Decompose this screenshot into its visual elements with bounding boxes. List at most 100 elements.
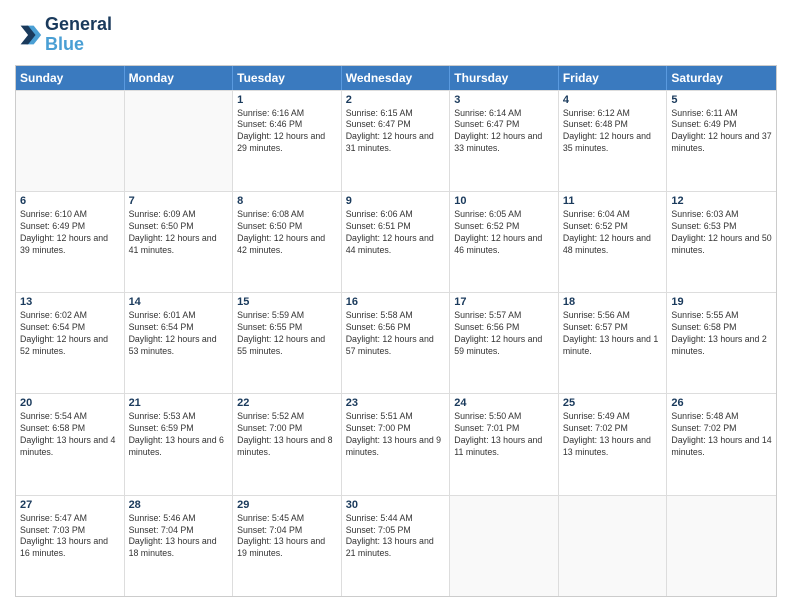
- cell-sun-info: Sunrise: 5:54 AM Sunset: 6:58 PM Dayligh…: [20, 411, 120, 459]
- cell-sun-info: Sunrise: 5:50 AM Sunset: 7:01 PM Dayligh…: [454, 411, 554, 459]
- calendar-cell: [16, 91, 125, 191]
- cell-sun-info: Sunrise: 5:59 AM Sunset: 6:55 PM Dayligh…: [237, 310, 337, 358]
- day-of-week-header: Thursday: [450, 66, 559, 90]
- calendar-cell: 23Sunrise: 5:51 AM Sunset: 7:00 PM Dayli…: [342, 394, 451, 494]
- day-number: 28: [129, 499, 229, 511]
- day-number: 10: [454, 195, 554, 207]
- cell-sun-info: Sunrise: 6:12 AM Sunset: 6:48 PM Dayligh…: [563, 108, 663, 156]
- day-number: 8: [237, 195, 337, 207]
- calendar-cell: 12 Sunrise: 6:03 AM Sunset: 6:53 PM Dayli…: [667, 192, 776, 292]
- calendar-cell: 4 Sunrise: 6:12 AM Sunset: 6:48 PM Daylig…: [559, 91, 668, 191]
- cell-sun-info: Sunrise: 5:46 AM Sunset: 7:04 PM Dayligh…: [129, 513, 229, 561]
- calendar-cell: 21 Sunrise: 5:53 AM Sunset: 6:59 PM Dayli…: [125, 394, 234, 494]
- calendar-cell: 28 Sunrise: 5:46 AM Sunset: 7:04 PM Dayli…: [125, 496, 234, 596]
- day-number: 29: [237, 499, 337, 511]
- cell-sun-info: Sunrise: 6:14 AM Sunset: 6:47 PM Dayligh…: [454, 108, 554, 156]
- day-number: 1: [237, 94, 337, 106]
- day-of-week-header: Wednesday: [342, 66, 451, 90]
- cell-sun-info: Sunrise: 6:10 AM Sunset: 6:49 PM Dayligh…: [20, 209, 120, 257]
- day-number: 4: [563, 94, 663, 106]
- day-of-week-header: Tuesday: [233, 66, 342, 90]
- day-number: 24: [454, 397, 554, 409]
- cell-sun-info: Sunrise: 6:04 AM Sunset: 6:52 PM Dayligh…: [563, 209, 663, 257]
- day-of-week-header: Friday: [559, 66, 668, 90]
- day-number: 30: [346, 499, 446, 511]
- calendar-header: SundayMondayTuesdayWednesdayThursdayFrid…: [16, 66, 776, 90]
- calendar-cell: 27 Sunrise: 5:47 AM Sunset: 7:03 PM Dayli…: [16, 496, 125, 596]
- cell-sun-info: Sunrise: 5:45 AM Sunset: 7:04 PM Dayligh…: [237, 513, 337, 561]
- calendar-cell: 20Sunrise: 5:54 AM Sunset: 6:58 PM Dayli…: [16, 394, 125, 494]
- cell-sun-info: Sunrise: 5:48 AM Sunset: 7:02 PM Dayligh…: [671, 411, 772, 459]
- day-number: 22: [237, 397, 337, 409]
- calendar-cell: 22Sunrise: 5:52 AM Sunset: 7:00 PM Dayli…: [233, 394, 342, 494]
- cell-sun-info: Sunrise: 5:53 AM Sunset: 6:59 PM Dayligh…: [129, 411, 229, 459]
- calendar-cell: 6 Sunrise: 6:10 AM Sunset: 6:49 PM Daylig…: [16, 192, 125, 292]
- cell-sun-info: Sunrise: 6:06 AM Sunset: 6:51 PM Dayligh…: [346, 209, 446, 257]
- calendar-cell: [450, 496, 559, 596]
- calendar-week-row: 20Sunrise: 5:54 AM Sunset: 6:58 PM Dayli…: [16, 393, 776, 494]
- cell-sun-info: Sunrise: 5:58 AM Sunset: 6:56 PM Dayligh…: [346, 310, 446, 358]
- day-number: 11: [563, 195, 663, 207]
- day-number: 7: [129, 195, 229, 207]
- logo: General Blue: [15, 15, 112, 55]
- calendar-cell: 29 Sunrise: 5:45 AM Sunset: 7:04 PM Dayli…: [233, 496, 342, 596]
- day-number: 17: [454, 296, 554, 308]
- calendar-cell: 3 Sunrise: 6:14 AM Sunset: 6:47 PM Daylig…: [450, 91, 559, 191]
- day-number: 2: [346, 94, 446, 106]
- day-number: 5: [671, 94, 772, 106]
- calendar-cell: 24 Sunrise: 5:50 AM Sunset: 7:01 PM Dayli…: [450, 394, 559, 494]
- calendar-week-row: 27 Sunrise: 5:47 AM Sunset: 7:03 PM Dayli…: [16, 495, 776, 596]
- calendar-cell: 8 Sunrise: 6:08 AM Sunset: 6:50 PM Daylig…: [233, 192, 342, 292]
- calendar-cell: 9 Sunrise: 6:06 AM Sunset: 6:51 PM Daylig…: [342, 192, 451, 292]
- day-number: 27: [20, 499, 120, 511]
- calendar-cell: 2 Sunrise: 6:15 AM Sunset: 6:47 PM Daylig…: [342, 91, 451, 191]
- day-of-week-header: Saturday: [667, 66, 776, 90]
- cell-sun-info: Sunrise: 5:55 AM Sunset: 6:58 PM Dayligh…: [671, 310, 772, 358]
- cell-sun-info: Sunrise: 6:11 AM Sunset: 6:49 PM Dayligh…: [671, 108, 772, 156]
- calendar: SundayMondayTuesdayWednesdayThursdayFrid…: [15, 65, 777, 597]
- day-number: 12: [671, 195, 772, 207]
- cell-sun-info: Sunrise: 6:16 AM Sunset: 6:46 PM Dayligh…: [237, 108, 337, 156]
- day-number: 15: [237, 296, 337, 308]
- day-number: 9: [346, 195, 446, 207]
- cell-sun-info: Sunrise: 6:01 AM Sunset: 6:54 PM Dayligh…: [129, 310, 229, 358]
- calendar-cell: 1 Sunrise: 6:16 AM Sunset: 6:46 PM Daylig…: [233, 91, 342, 191]
- header: General Blue: [15, 15, 777, 55]
- day-number: 21: [129, 397, 229, 409]
- logo-icon: [15, 21, 43, 49]
- cell-sun-info: Sunrise: 6:05 AM Sunset: 6:52 PM Dayligh…: [454, 209, 554, 257]
- cell-sun-info: Sunrise: 5:49 AM Sunset: 7:02 PM Dayligh…: [563, 411, 663, 459]
- calendar-cell: [667, 496, 776, 596]
- day-number: 23: [346, 397, 446, 409]
- cell-sun-info: Sunrise: 5:57 AM Sunset: 6:56 PM Dayligh…: [454, 310, 554, 358]
- calendar-cell: 30 Sunrise: 5:44 AM Sunset: 7:05 PM Dayli…: [342, 496, 451, 596]
- calendar-cell: [125, 91, 234, 191]
- cell-sun-info: Sunrise: 5:47 AM Sunset: 7:03 PM Dayligh…: [20, 513, 120, 561]
- calendar-cell: 15 Sunrise: 5:59 AM Sunset: 6:55 PM Dayli…: [233, 293, 342, 393]
- cell-sun-info: Sunrise: 6:02 AM Sunset: 6:54 PM Dayligh…: [20, 310, 120, 358]
- cell-sun-info: Sunrise: 5:44 AM Sunset: 7:05 PM Dayligh…: [346, 513, 446, 561]
- day-number: 18: [563, 296, 663, 308]
- logo-text: General Blue: [45, 15, 112, 55]
- calendar-body: 1 Sunrise: 6:16 AM Sunset: 6:46 PM Daylig…: [16, 90, 776, 596]
- day-number: 13: [20, 296, 120, 308]
- calendar-cell: 7 Sunrise: 6:09 AM Sunset: 6:50 PM Daylig…: [125, 192, 234, 292]
- cell-sun-info: Sunrise: 6:15 AM Sunset: 6:47 PM Dayligh…: [346, 108, 446, 156]
- day-number: 3: [454, 94, 554, 106]
- day-number: 6: [20, 195, 120, 207]
- calendar-cell: 18Sunrise: 5:56 AM Sunset: 6:57 PM Dayli…: [559, 293, 668, 393]
- day-of-week-header: Monday: [125, 66, 234, 90]
- day-number: 19: [671, 296, 772, 308]
- calendar-cell: 25 Sunrise: 5:49 AM Sunset: 7:02 PM Dayli…: [559, 394, 668, 494]
- day-number: 14: [129, 296, 229, 308]
- cell-sun-info: Sunrise: 6:09 AM Sunset: 6:50 PM Dayligh…: [129, 209, 229, 257]
- cell-sun-info: Sunrise: 6:08 AM Sunset: 6:50 PM Dayligh…: [237, 209, 337, 257]
- day-number: 25: [563, 397, 663, 409]
- calendar-week-row: 13 Sunrise: 6:02 AM Sunset: 6:54 PM Dayli…: [16, 292, 776, 393]
- calendar-cell: 19 Sunrise: 5:55 AM Sunset: 6:58 PM Dayli…: [667, 293, 776, 393]
- cell-sun-info: Sunrise: 6:03 AM Sunset: 6:53 PM Dayligh…: [671, 209, 772, 257]
- calendar-cell: 5 Sunrise: 6:11 AM Sunset: 6:49 PM Daylig…: [667, 91, 776, 191]
- calendar-cell: 10 Sunrise: 6:05 AM Sunset: 6:52 PM Dayli…: [450, 192, 559, 292]
- calendar-cell: 26Sunrise: 5:48 AM Sunset: 7:02 PM Dayli…: [667, 394, 776, 494]
- calendar-cell: [559, 496, 668, 596]
